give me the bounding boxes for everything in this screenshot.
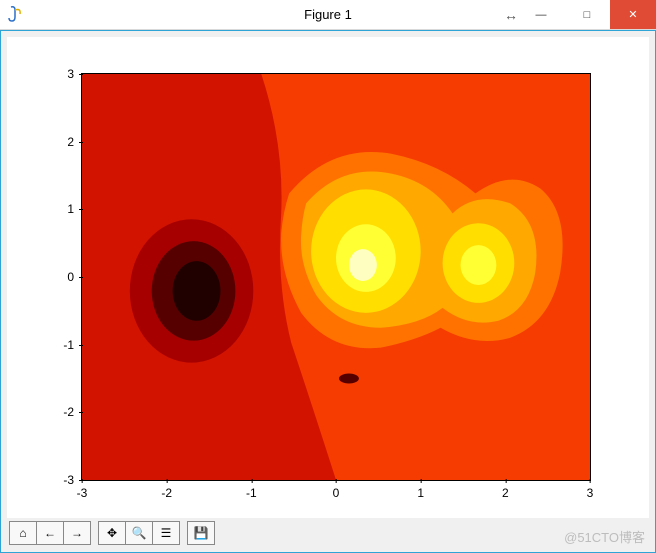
save-button[interactable]: 💾: [187, 521, 215, 545]
zoom-button[interactable]: 🔍: [125, 521, 153, 545]
window-content: 3 2 1 0 -1 -2 -3 -3 -2 -1 0 1 2 3 ⌂ ← → …: [0, 30, 656, 553]
configure-subplots-button[interactable]: ☰: [152, 521, 180, 545]
window-titlebar: Figure 1 ↔ — □ ✕: [0, 0, 656, 30]
window-resize-hint-icon: ↔: [504, 0, 518, 29]
minimize-button[interactable]: —: [518, 0, 564, 29]
ytick-label: -3: [63, 473, 74, 487]
xtick-label: -2: [161, 486, 172, 500]
contour-plot: [82, 74, 590, 480]
window-controls: — □ ✕: [518, 0, 656, 29]
mpl-toolbar: ⌂ ← → ✥ 🔍 ☰ 💾: [7, 520, 649, 546]
close-button[interactable]: ✕: [610, 0, 656, 29]
xtick-label: -1: [246, 486, 257, 500]
xtick-label: -3: [77, 486, 88, 500]
move-icon: ✥: [107, 526, 117, 540]
save-icon: 💾: [194, 526, 209, 540]
figure-canvas: 3 2 1 0 -1 -2 -3 -3 -2 -1 0 1 2 3: [7, 37, 649, 518]
ytick-label: -2: [63, 405, 74, 419]
app-icon: [6, 6, 24, 24]
arrow-right-icon: →: [71, 526, 83, 540]
sliders-icon: ☰: [161, 526, 172, 540]
arrow-left-icon: ←: [44, 526, 56, 540]
ytick-label: 3: [67, 67, 74, 81]
pan-button[interactable]: ✥: [98, 521, 126, 545]
ytick-label: -1: [63, 338, 74, 352]
forward-button[interactable]: →: [63, 521, 91, 545]
zoom-icon: 🔍: [132, 526, 147, 540]
ytick-label: 0: [67, 270, 74, 284]
home-button[interactable]: ⌂: [9, 521, 37, 545]
plot-axes: 3 2 1 0 -1 -2 -3 -3 -2 -1 0 1 2 3: [81, 73, 591, 481]
ytick-label: 1: [67, 202, 74, 216]
maximize-button[interactable]: □: [564, 0, 610, 29]
xtick-label: 1: [417, 486, 424, 500]
xtick-label: 3: [587, 486, 594, 500]
xtick-label: 2: [502, 486, 509, 500]
ytick-label: 2: [67, 135, 74, 149]
xtick-label: 0: [333, 486, 340, 500]
back-button[interactable]: ←: [36, 521, 64, 545]
home-icon: ⌂: [19, 526, 26, 540]
